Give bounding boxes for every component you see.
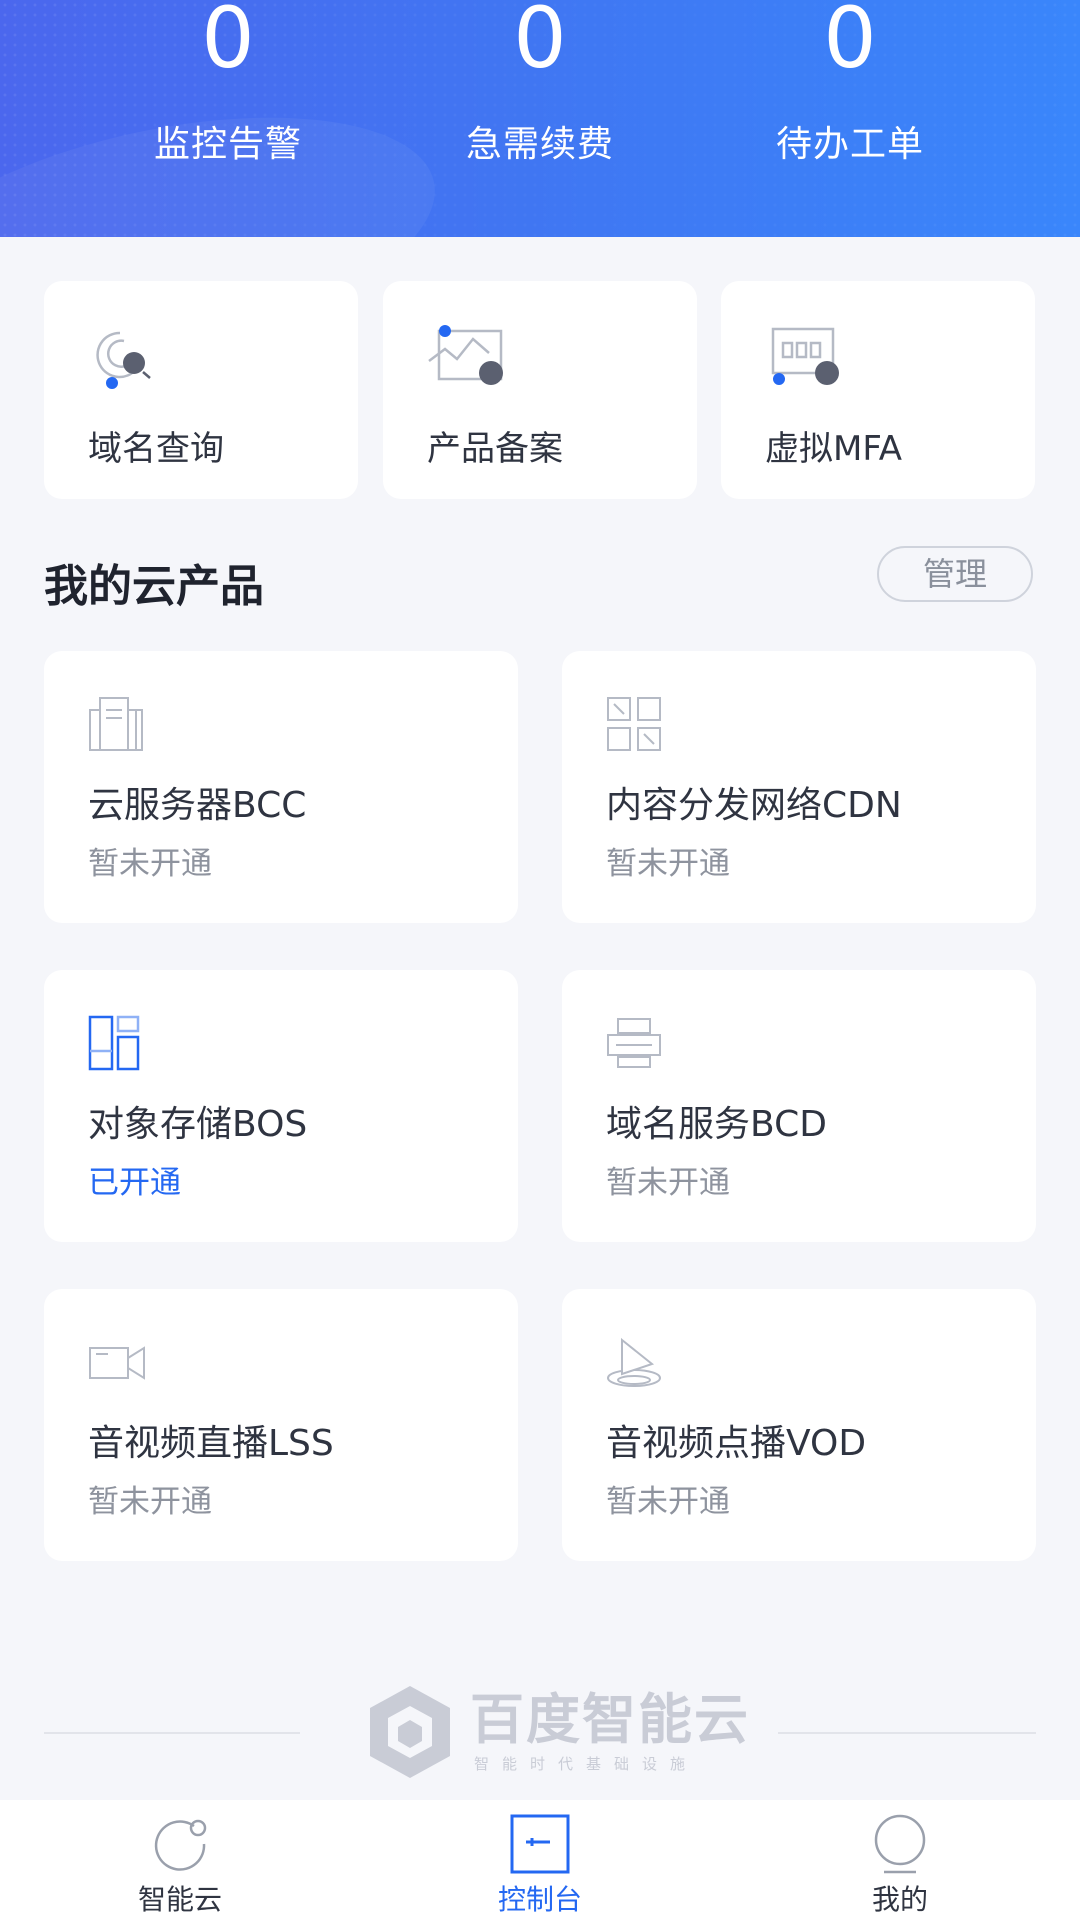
product-name: 音视频点播VOD xyxy=(606,1423,867,1464)
product-card-bos[interactable]: 对象存储BOS 已开通 xyxy=(44,970,518,1242)
stat-renewal-urgent[interactable]: 0 急需续费 xyxy=(390,0,690,165)
product-status: 暂未开通 xyxy=(606,1484,730,1520)
product-status: 暂未开通 xyxy=(606,846,730,882)
tab-smart-cloud[interactable]: 智能云 xyxy=(80,1800,280,1920)
product-name: 云服务器BCC xyxy=(88,785,307,826)
product-card-cdn[interactable]: 内容分发网络CDN 暂未开通 xyxy=(562,651,1036,923)
stat-value: 0 xyxy=(201,0,255,87)
tab-label: 我的 xyxy=(871,1883,928,1916)
product-status: 已开通 xyxy=(88,1165,181,1201)
product-filing-icon xyxy=(428,325,503,385)
brand-name: 百度智能云 xyxy=(470,1688,750,1751)
cloud-home-icon xyxy=(154,1819,207,1871)
tab-label: 智能云 xyxy=(137,1883,222,1916)
manage-button[interactable]: 管理 xyxy=(877,546,1033,602)
product-name: 内容分发网络CDN xyxy=(606,785,902,826)
stat-monitor-alerts[interactable]: 0 监控告警 xyxy=(78,0,378,165)
brand-slogan: 智能时代基础设施 xyxy=(474,1755,699,1773)
bottom-tab-bar: 智能云 控制台 我的 xyxy=(0,1800,1080,1920)
product-name: 对象存储BOS xyxy=(88,1104,308,1145)
grid-network-icon xyxy=(607,697,661,751)
product-name: 音视频直播LSS xyxy=(88,1423,334,1464)
product-card-vod[interactable]: 音视频点播VOD 暂未开通 xyxy=(562,1289,1036,1561)
tool-domain-search[interactable]: 域名查询 xyxy=(44,281,358,499)
divider xyxy=(44,1732,300,1734)
video-camera-icon xyxy=(89,1346,145,1380)
product-status: 暂未开通 xyxy=(606,1165,730,1201)
storage-blocks-icon xyxy=(88,1015,140,1071)
domain-search-icon xyxy=(96,331,151,389)
section-title: 我的云产品 xyxy=(44,561,264,612)
server-icon xyxy=(89,697,143,751)
tool-label: 产品备案 xyxy=(427,429,563,469)
tool-virtual-mfa[interactable]: 虚拟MFA xyxy=(721,281,1035,499)
stats-header: 0 监控告警 0 急需续费 0 待办工单 xyxy=(0,0,1080,237)
stat-label: 急需续费 xyxy=(465,124,614,165)
virtual-mfa-icon xyxy=(771,327,839,385)
tab-label: 控制台 xyxy=(497,1883,582,1916)
play-icon xyxy=(607,1337,661,1387)
product-card-bcd[interactable]: 域名服务BCD 暂未开通 xyxy=(562,970,1036,1242)
product-status: 暂未开通 xyxy=(88,846,212,882)
stat-label: 待办工单 xyxy=(775,124,924,165)
stat-label: 监控告警 xyxy=(153,124,302,165)
domain-service-icon xyxy=(607,1018,661,1068)
product-card-bcc[interactable]: 云服务器BCC 暂未开通 xyxy=(44,651,518,923)
stat-pending-tickets[interactable]: 0 待办工单 xyxy=(700,0,1000,165)
stat-value: 0 xyxy=(513,0,567,87)
baidu-cloud-logo-icon xyxy=(370,1686,450,1778)
profile-icon xyxy=(874,1814,926,1874)
console-icon xyxy=(510,1814,570,1874)
tool-label: 虚拟MFA xyxy=(765,429,903,469)
tab-console[interactable]: 控制台 xyxy=(440,1800,640,1920)
divider xyxy=(778,1732,1036,1734)
tool-product-filing[interactable]: 产品备案 xyxy=(383,281,697,499)
product-card-lss[interactable]: 音视频直播LSS 暂未开通 xyxy=(44,1289,518,1561)
stat-value: 0 xyxy=(823,0,877,87)
product-status: 暂未开通 xyxy=(88,1484,212,1520)
tab-mine[interactable]: 我的 xyxy=(800,1800,1000,1920)
product-name: 域名服务BCD xyxy=(606,1104,827,1145)
tool-label: 域名查询 xyxy=(88,429,224,469)
